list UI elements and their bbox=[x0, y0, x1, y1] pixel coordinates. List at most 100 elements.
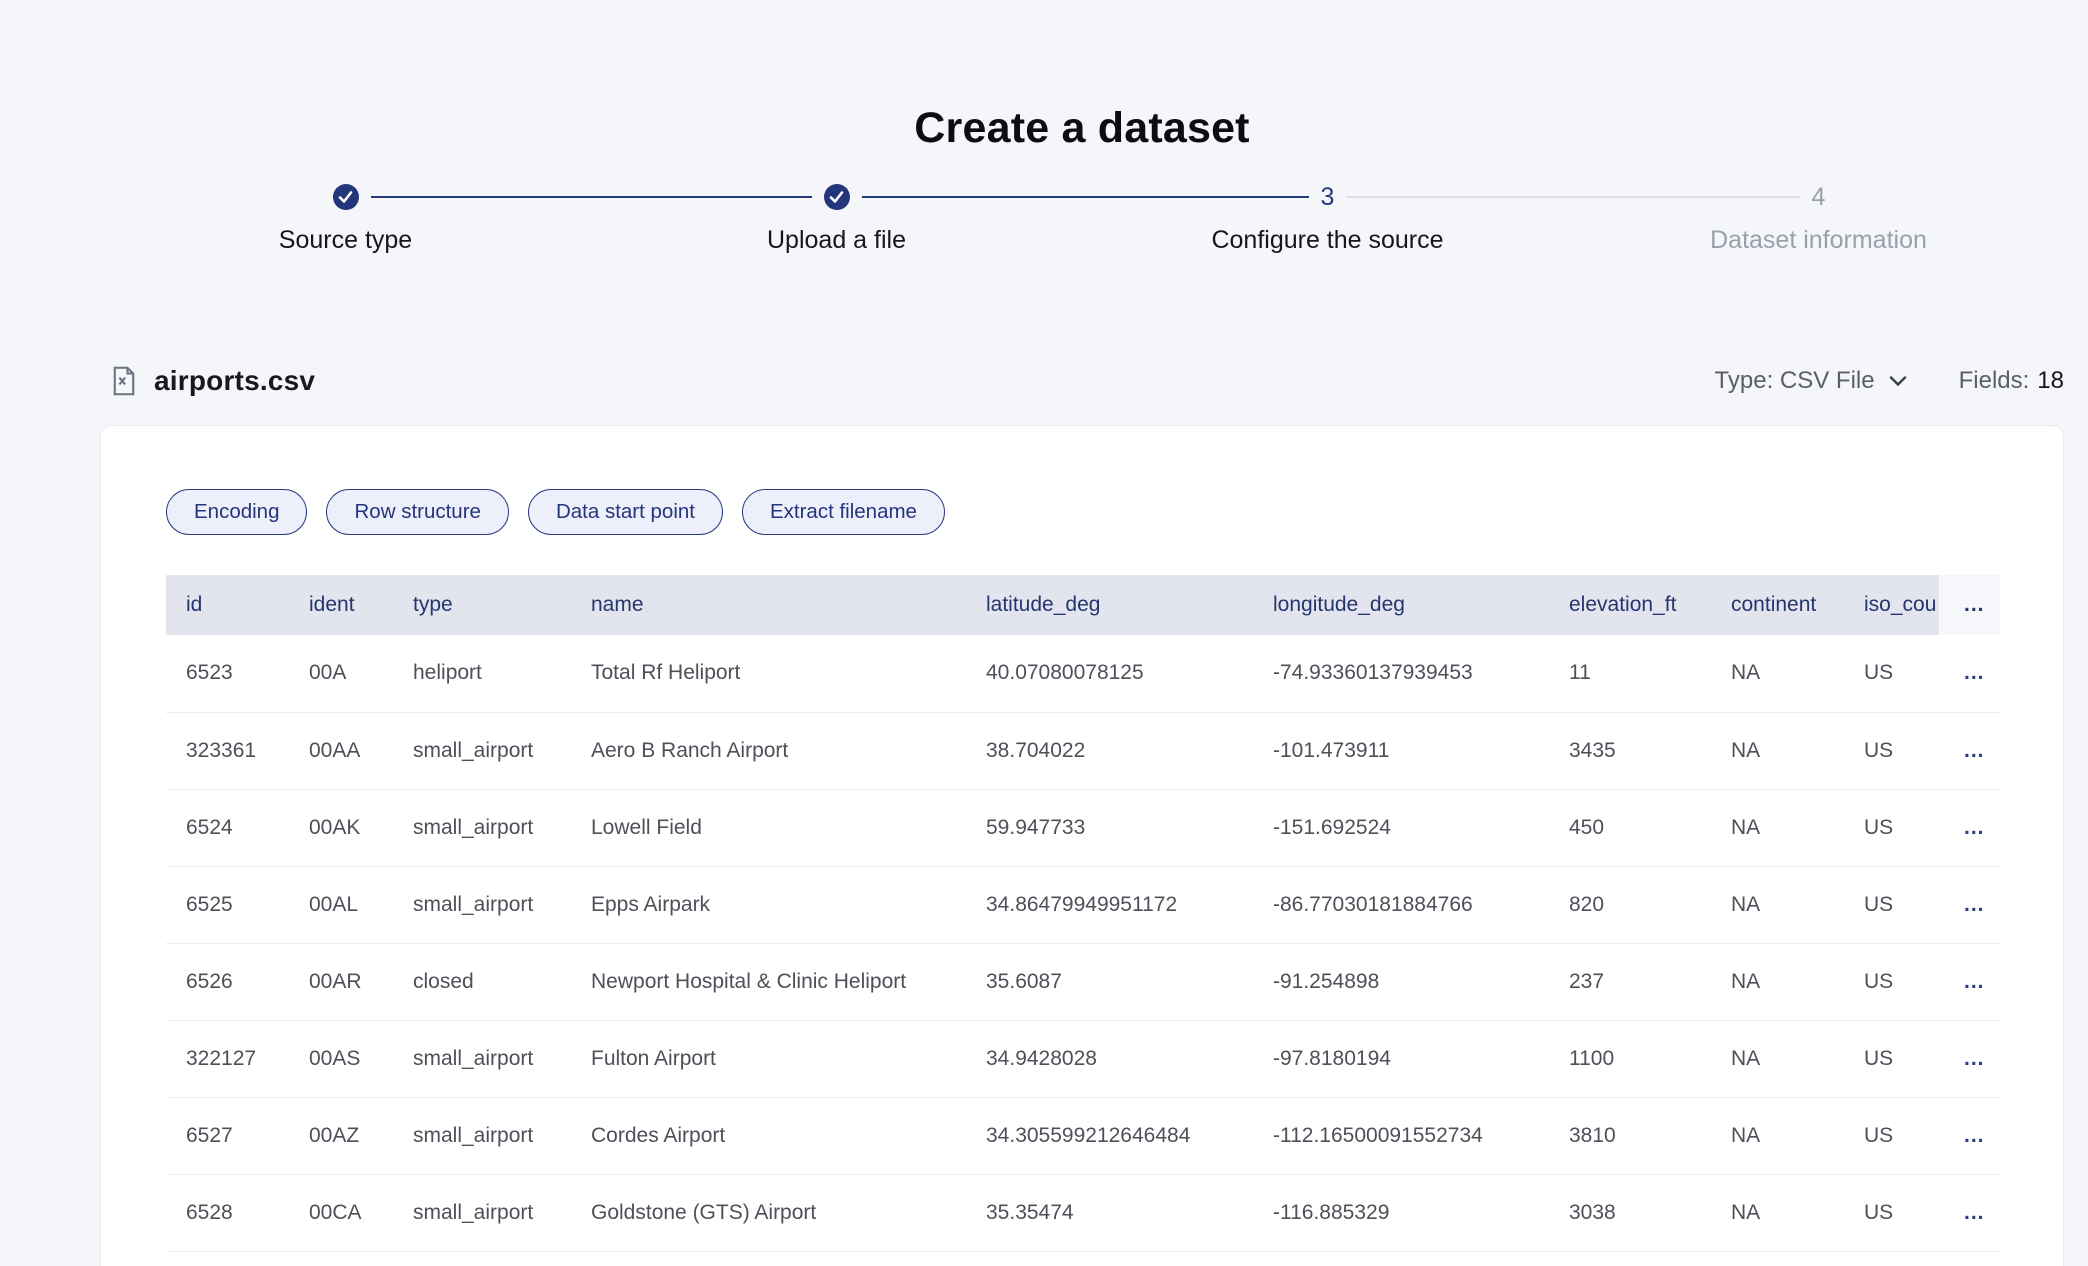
cell-id: 6524 bbox=[166, 789, 289, 866]
cell-continent: NA bbox=[1711, 1174, 1844, 1251]
cell-ident: 00AR bbox=[289, 943, 393, 1020]
cell-latitude_deg: 59.947733 bbox=[966, 789, 1253, 866]
cell-type: small_airport bbox=[393, 789, 571, 866]
cell-ident: 00AK bbox=[289, 789, 393, 866]
step-check-icon[interactable] bbox=[824, 184, 850, 210]
cell-elevation_ft: 3435 bbox=[1549, 712, 1711, 789]
cell-name: Newport Hospital & Clinic Heliport bbox=[571, 943, 966, 1020]
table-row: 652800CAsmall_airportGoldstone (GTS) Air… bbox=[166, 1174, 2000, 1251]
row-more-button[interactable]: ... bbox=[1939, 1174, 2000, 1251]
table-row: 652400AKsmall_airportLowell Field59.9477… bbox=[166, 789, 2000, 866]
fields-value: 18 bbox=[2037, 367, 2064, 394]
step-number[interactable]: 3 bbox=[1321, 184, 1335, 210]
file-info: airports.csv bbox=[100, 365, 315, 397]
cell-latitude_deg: 34.86479949951172 bbox=[966, 866, 1253, 943]
cell-latitude_deg: 34.305599212646484 bbox=[966, 1097, 1253, 1174]
step-check-icon[interactable] bbox=[333, 184, 359, 210]
cell-ident: 00CA bbox=[289, 1174, 393, 1251]
step-number[interactable]: 4 bbox=[1812, 184, 1826, 210]
step-label: Configure the source bbox=[1082, 226, 1573, 255]
row-more-button[interactable]: ... bbox=[1939, 789, 2000, 866]
cell-ident: 00AA bbox=[289, 712, 393, 789]
cell-iso_cou: US bbox=[1844, 866, 1939, 943]
table-body: 652300AheliportTotal Rf Heliport40.07080… bbox=[166, 635, 2000, 1251]
cell-elevation_ft: 450 bbox=[1549, 789, 1711, 866]
cell-longitude_deg: -91.254898 bbox=[1253, 943, 1549, 1020]
column-header-longitude_deg: longitude_deg bbox=[1253, 575, 1549, 635]
cell-elevation_ft: 3038 bbox=[1549, 1174, 1711, 1251]
cell-type: closed bbox=[393, 943, 571, 1020]
cell-ident: 00AZ bbox=[289, 1097, 393, 1174]
chip-row-structure[interactable]: Row structure bbox=[326, 489, 508, 535]
cell-continent: NA bbox=[1711, 635, 1844, 712]
row-more-button[interactable]: ... bbox=[1939, 635, 2000, 712]
column-header-id: id bbox=[166, 575, 289, 635]
stepper-step-3: 3 Configure the source bbox=[1082, 184, 1573, 255]
fields-count: Fields:18 bbox=[1959, 367, 2064, 395]
cell-id: 6528 bbox=[166, 1174, 289, 1251]
file-bar: airports.csv Type: CSV File Fields:18 bbox=[100, 359, 2064, 403]
cell-longitude_deg: -112.16500091552734 bbox=[1253, 1097, 1549, 1174]
stepper-step-1: Source type bbox=[100, 184, 591, 255]
step-connector bbox=[591, 196, 812, 198]
cell-iso_cou: US bbox=[1844, 1174, 1939, 1251]
config-chips: Encoding Row structure Data start point Ext… bbox=[166, 489, 1998, 535]
stepper: Source typeUpload a file3Configure the s… bbox=[100, 184, 2064, 255]
table-row: 32212700ASsmall_airportFulton Airport34.… bbox=[166, 1020, 2000, 1097]
cell-iso_cou: US bbox=[1844, 789, 1939, 866]
cell-name: Lowell Field bbox=[571, 789, 966, 866]
file-name: airports.csv bbox=[154, 365, 315, 397]
row-more-button[interactable]: ... bbox=[1939, 712, 2000, 789]
column-header-continent: continent bbox=[1711, 575, 1844, 635]
row-more-button[interactable]: ... bbox=[1939, 866, 2000, 943]
column-header-iso_cou: iso_cou bbox=[1844, 575, 1939, 635]
file-type-select[interactable]: Type: CSV File bbox=[1715, 367, 1907, 395]
column-header-latitude_deg: latitude_deg bbox=[966, 575, 1253, 635]
row-more-button[interactable]: ... bbox=[1939, 943, 2000, 1020]
cell-elevation_ft: 3810 bbox=[1549, 1097, 1711, 1174]
column-header-type: type bbox=[393, 575, 571, 635]
column-header-name: name bbox=[571, 575, 966, 635]
chip-encoding[interactable]: Encoding bbox=[166, 489, 307, 535]
table-header-row: ididenttypenamelatitude_deglongitude_deg… bbox=[166, 575, 2000, 635]
file-meta: Type: CSV File Fields:18 bbox=[1715, 367, 2064, 395]
cell-continent: NA bbox=[1711, 943, 1844, 1020]
cell-continent: NA bbox=[1711, 1020, 1844, 1097]
cell-iso_cou: US bbox=[1844, 712, 1939, 789]
source-config-card: Encoding Row structure Data start point Ext… bbox=[100, 425, 2064, 1266]
cell-iso_cou: US bbox=[1844, 635, 1939, 712]
page-title: Create a dataset bbox=[100, 0, 2064, 152]
cell-iso_cou: US bbox=[1844, 1020, 1939, 1097]
cell-longitude_deg: -97.8180194 bbox=[1253, 1020, 1549, 1097]
csv-file-icon bbox=[110, 366, 138, 396]
step-connector bbox=[1837, 196, 2064, 198]
cell-name: Fulton Airport bbox=[571, 1020, 966, 1097]
row-more-button[interactable]: ... bbox=[1939, 1020, 2000, 1097]
cell-id: 6526 bbox=[166, 943, 289, 1020]
cell-type: small_airport bbox=[393, 866, 571, 943]
cell-latitude_deg: 34.9428028 bbox=[966, 1020, 1253, 1097]
chip-extract-filename[interactable]: Extract filename bbox=[742, 489, 945, 535]
cell-id: 6523 bbox=[166, 635, 289, 712]
cell-latitude_deg: 40.07080078125 bbox=[966, 635, 1253, 712]
chip-data-start-point[interactable]: Data start point bbox=[528, 489, 723, 535]
row-more-button[interactable]: ... bbox=[1939, 1097, 2000, 1174]
column-header-ident: ident bbox=[289, 575, 393, 635]
cell-id: 322127 bbox=[166, 1020, 289, 1097]
cell-elevation_ft: 11 bbox=[1549, 635, 1711, 712]
cell-continent: NA bbox=[1711, 1097, 1844, 1174]
step-connector bbox=[1346, 196, 1573, 198]
cell-longitude_deg: -116.885329 bbox=[1253, 1174, 1549, 1251]
cell-continent: NA bbox=[1711, 712, 1844, 789]
cell-iso_cou: US bbox=[1844, 1097, 1939, 1174]
cell-iso_cou: US bbox=[1844, 943, 1939, 1020]
cell-continent: NA bbox=[1711, 866, 1844, 943]
more-columns-header[interactable]: ... bbox=[1939, 575, 2000, 635]
cell-type: small_airport bbox=[393, 1020, 571, 1097]
cell-latitude_deg: 35.35474 bbox=[966, 1174, 1253, 1251]
cell-longitude_deg: -151.692524 bbox=[1253, 789, 1549, 866]
cell-elevation_ft: 237 bbox=[1549, 943, 1711, 1020]
cell-latitude_deg: 35.6087 bbox=[966, 943, 1253, 1020]
step-connector bbox=[371, 196, 592, 198]
step-connector bbox=[1573, 196, 1800, 198]
